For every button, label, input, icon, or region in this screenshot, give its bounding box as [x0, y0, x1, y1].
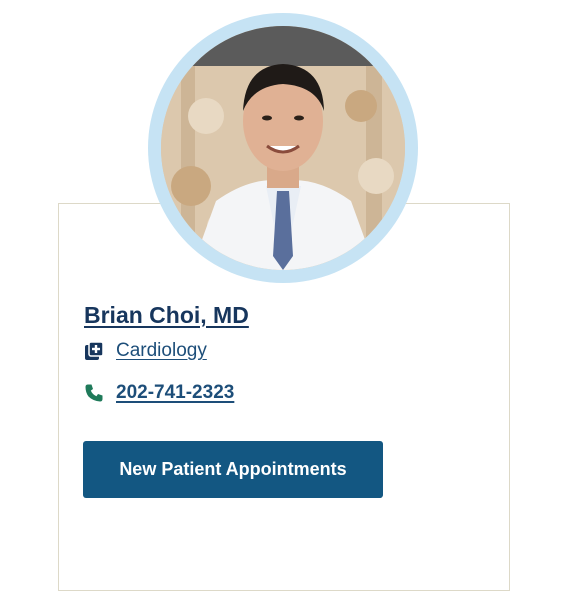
specialty-link[interactable]: Cardiology — [116, 340, 207, 362]
specialty-row: Cardiology — [84, 340, 207, 362]
avatar — [161, 26, 405, 270]
medical-plus-icon — [84, 341, 104, 361]
provider-card-page: Brian Choi, MD Cardiology 202-741-2323 N… — [0, 0, 572, 600]
phone-row: 202-741-2323 — [84, 382, 234, 404]
new-patient-appointments-button[interactable]: New Patient Appointments — [83, 441, 383, 498]
avatar-ring — [148, 13, 418, 283]
phone-icon — [84, 383, 104, 403]
doctor-name-link[interactable]: Brian Choi, MD — [84, 302, 249, 329]
doctor-portrait-image — [161, 26, 405, 270]
phone-link[interactable]: 202-741-2323 — [116, 382, 234, 404]
